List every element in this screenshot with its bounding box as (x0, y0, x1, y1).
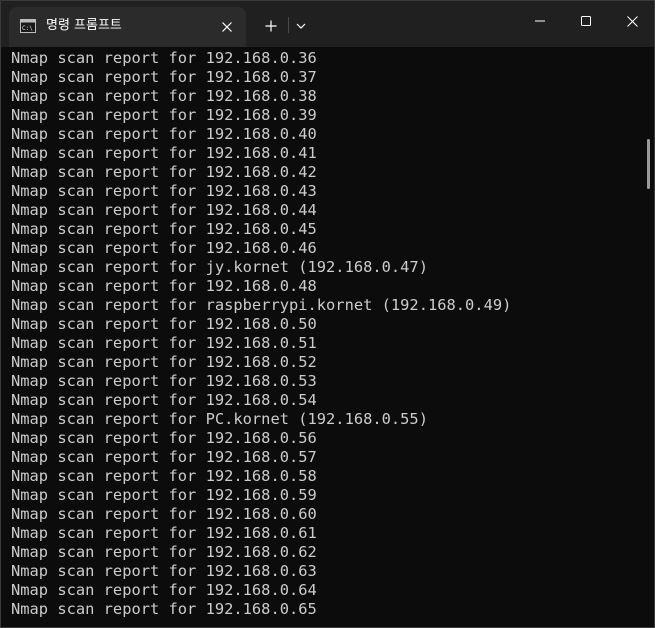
tab-divider (288, 17, 289, 33)
new-tab-button[interactable] (258, 13, 284, 39)
terminal-line: Nmap scan report for jy.kornet (192.168.… (11, 258, 428, 276)
scrollbar-thumb[interactable] (647, 139, 650, 189)
terminal-line: Nmap scan report for 192.168.0.56 (11, 429, 317, 447)
terminal-line: Nmap scan report for 192.168.0.62 (11, 543, 317, 561)
terminal-line: Nmap scan report for 192.168.0.40 (11, 125, 317, 143)
terminal-line: Nmap scan report for 192.168.0.38 (11, 87, 317, 105)
terminal-line: Nmap scan report for 192.168.0.44 (11, 201, 317, 219)
chevron-down-icon (296, 23, 306, 29)
terminal-line: Nmap scan report for 192.168.0.64 (11, 581, 317, 599)
terminal-window: C:\ 명령 프롬프트 Nmap scan report for 192.168… (0, 0, 655, 628)
terminal-line: Nmap scan report for 192.168.0.59 (11, 486, 317, 504)
terminal-line: Nmap scan report for 192.168.0.41 (11, 144, 317, 162)
tab-dropdown-button[interactable] (290, 13, 312, 39)
terminal-line: Nmap scan report for 192.168.0.60 (11, 505, 317, 523)
tab-command-prompt[interactable]: C:\ 명령 프롬프트 (9, 7, 246, 47)
tab-close-button[interactable] (215, 15, 239, 39)
terminal-line: Nmap scan report for 192.168.0.65 (11, 600, 317, 618)
terminal-line: Nmap scan report for 192.168.0.39 (11, 106, 317, 124)
terminal-line: Nmap scan report for 192.168.0.52 (11, 353, 317, 371)
terminal-line: Nmap scan report for 192.168.0.51 (11, 334, 317, 352)
terminal-line: Nmap scan report for PC.kornet (192.168.… (11, 410, 428, 428)
plus-icon (265, 20, 277, 32)
title-bar[interactable]: C:\ 명령 프롬프트 (1, 1, 654, 47)
terminal-line: Nmap scan report for 192.168.0.61 (11, 524, 317, 542)
svg-text:C:\: C:\ (22, 25, 33, 32)
terminal-line: Nmap scan report for raspberrypi.kornet … (11, 296, 512, 314)
minimize-button[interactable] (517, 1, 563, 41)
terminal-line: Nmap scan report for 192.168.0.54 (11, 391, 317, 409)
command-prompt-icon: C:\ (20, 19, 36, 33)
terminal-line: Nmap scan report for 192.168.0.45 (11, 220, 317, 238)
terminal-line: Nmap scan report for 192.168.0.57 (11, 448, 317, 466)
terminal-output[interactable]: Nmap scan report for 192.168.0.36 Nmap sc… (11, 49, 641, 627)
terminal-line: Nmap scan report for 192.168.0.58 (11, 467, 317, 485)
close-icon (626, 15, 638, 27)
terminal-line: Nmap scan report for 192.168.0.53 (11, 372, 317, 390)
maximize-icon (581, 16, 591, 26)
terminal-line: Nmap scan report for 192.168.0.43 (11, 182, 317, 200)
close-icon (222, 22, 232, 32)
terminal-line: Nmap scan report for 192.168.0.50 (11, 315, 317, 333)
terminal-line: Nmap scan report for 192.168.0.37 (11, 68, 317, 86)
terminal-line: Nmap scan report for 192.168.0.42 (11, 163, 317, 181)
terminal-line: Nmap scan report for 192.168.0.46 (11, 239, 317, 257)
tab-title: 명령 프롬프트 (46, 18, 122, 33)
minimize-icon (535, 20, 545, 22)
terminal-line: Nmap scan report for 192.168.0.63 (11, 562, 317, 580)
window-close-button[interactable] (609, 1, 654, 41)
terminal-line: Nmap scan report for 192.168.0.48 (11, 277, 317, 295)
terminal-line: Nmap scan report for 192.168.0.36 (11, 49, 317, 67)
maximize-button[interactable] (563, 1, 609, 41)
